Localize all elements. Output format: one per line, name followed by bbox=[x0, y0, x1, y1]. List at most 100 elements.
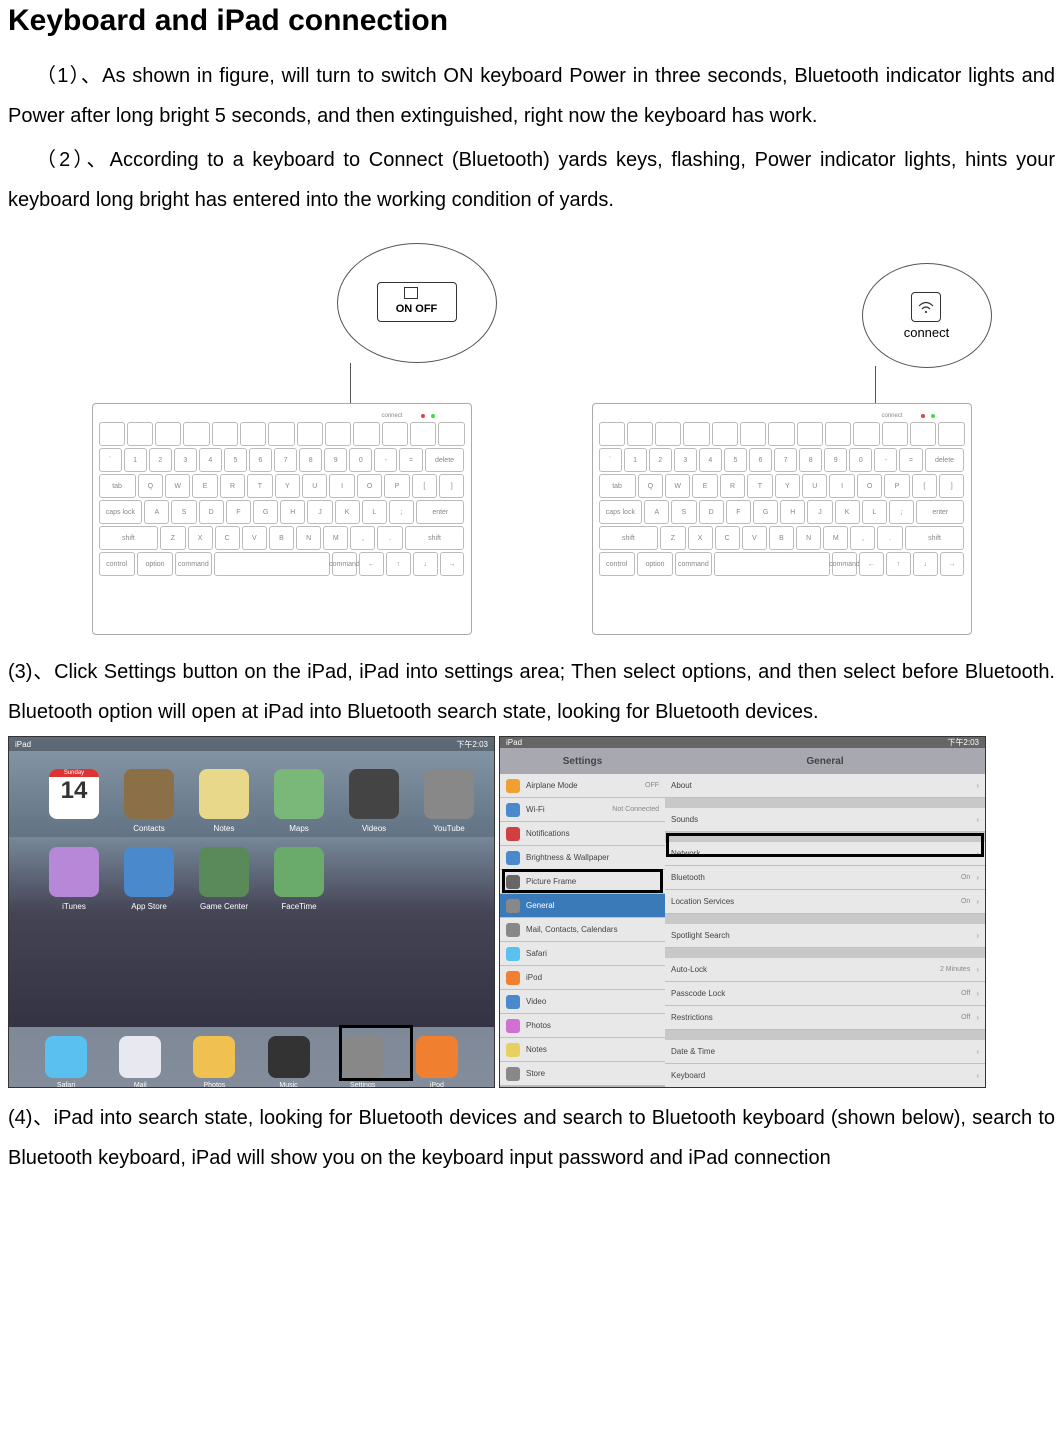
keyboard-key: 3 bbox=[174, 448, 197, 472]
settings-item: Notes bbox=[500, 1038, 665, 1062]
connect-callout: connect bbox=[862, 263, 992, 368]
keyboard-key: . bbox=[877, 526, 902, 550]
settings-item: Mail, Contacts, Calendars bbox=[500, 918, 665, 942]
keyboard-key: M bbox=[823, 526, 848, 550]
keyboard-key: - bbox=[374, 448, 397, 472]
keyboard-key: W bbox=[165, 474, 190, 498]
bluetooth-highlight-box bbox=[666, 833, 984, 857]
keyboard-key: H bbox=[280, 500, 305, 524]
keyboard-key: E bbox=[192, 474, 217, 498]
onoff-callout: ON OFF bbox=[337, 243, 497, 363]
keyboard-key: N bbox=[796, 526, 821, 550]
paragraph-2: （2）、According to a keyboard to Connect (… bbox=[8, 140, 1055, 220]
settings-item: Brightness & Wallpaper bbox=[500, 846, 665, 870]
settings-detail: General About›Sounds›Network›BluetoothOn… bbox=[665, 748, 985, 1088]
keyboard-key: K bbox=[835, 500, 860, 524]
keyboard-key: Z bbox=[660, 526, 685, 550]
keyboard-key: G bbox=[253, 500, 278, 524]
keyboard-key: shift bbox=[599, 526, 659, 550]
settings-title: Settings bbox=[500, 748, 665, 774]
keyboard-key: L bbox=[862, 500, 887, 524]
keyboard-key: . bbox=[377, 526, 402, 550]
keyboard-key: shift bbox=[99, 526, 159, 550]
keyboard-key: B bbox=[769, 526, 794, 550]
settings-sidebar: Settings Airplane ModeOFFWi-FiNot Connec… bbox=[500, 748, 665, 1088]
keyboard-key: 6 bbox=[249, 448, 272, 472]
keyboard-key: D bbox=[699, 500, 724, 524]
keyboard-key: 5 bbox=[224, 448, 247, 472]
keyboard-key: W bbox=[665, 474, 690, 498]
status-bar: iPad 下午2:03 bbox=[9, 737, 494, 751]
keyboard-key: P bbox=[884, 474, 909, 498]
keyboard-key: S bbox=[171, 500, 196, 524]
keyboard-key: ` bbox=[599, 448, 622, 472]
keyboard-key: 8 bbox=[299, 448, 322, 472]
keyboard-key: ; bbox=[889, 500, 914, 524]
settings-item: Airplane ModeOFF bbox=[500, 774, 665, 798]
keyboard-key: X bbox=[688, 526, 713, 550]
keyboard-key: D bbox=[199, 500, 224, 524]
settings-detail-item: Location ServicesOn› bbox=[665, 890, 985, 914]
settings-detail-item: Auto-Lock2 Minutes› bbox=[665, 958, 985, 982]
keyboard-key: F bbox=[726, 500, 751, 524]
keyboard-key: 5 bbox=[724, 448, 747, 472]
callout-line bbox=[350, 363, 351, 406]
keyboard-key: enter bbox=[916, 500, 964, 524]
keyboard-key: → bbox=[940, 552, 965, 576]
app-icon: FaceTime bbox=[274, 847, 324, 897]
settings-item: Photos bbox=[500, 1014, 665, 1038]
keyboard-key: 0 bbox=[849, 448, 872, 472]
keyboard-key: 9 bbox=[824, 448, 847, 472]
app-icon: iTunes bbox=[49, 847, 99, 897]
settings-detail-item: Date & Time› bbox=[665, 1040, 985, 1064]
dock-icon: iPod bbox=[416, 1036, 458, 1078]
keyboard-key: R bbox=[720, 474, 745, 498]
keyboard-key: option bbox=[137, 552, 173, 576]
page-title: Keyboard and iPad connection bbox=[8, 4, 1055, 38]
keyboard-key: control bbox=[599, 552, 635, 576]
keyboard-key: B bbox=[269, 526, 294, 550]
keyboard-key: 1 bbox=[124, 448, 147, 472]
keyboard-key: 9 bbox=[324, 448, 347, 472]
keyboard-key: = bbox=[399, 448, 422, 472]
keyboard-key: N bbox=[296, 526, 321, 550]
keyboard-key: V bbox=[242, 526, 267, 550]
settings-item: iPod bbox=[500, 966, 665, 990]
general-title: General bbox=[665, 748, 985, 774]
keyboard-key: ← bbox=[859, 552, 884, 576]
keyboard-key: H bbox=[780, 500, 805, 524]
keyboard-body-left: connect`1234567890-=deletetabQWERTYUIOP[… bbox=[92, 403, 472, 635]
keyboard-key: J bbox=[807, 500, 832, 524]
paragraph-3: (3)、Click Settings button on the iPad, i… bbox=[8, 652, 1055, 732]
dock: SafariMailPhotosMusicSettingsiPod bbox=[9, 1027, 494, 1087]
keyboard-key: = bbox=[899, 448, 922, 472]
app-icon: YouTube bbox=[424, 769, 474, 819]
settings-item: Video bbox=[500, 990, 665, 1014]
keyboard-key: command bbox=[832, 552, 857, 576]
keyboard-key: R bbox=[220, 474, 245, 498]
keyboard-key: K bbox=[335, 500, 360, 524]
keyboard-key: delete bbox=[425, 448, 465, 472]
keyboard-key: U bbox=[802, 474, 827, 498]
keyboard-key: L bbox=[362, 500, 387, 524]
settings-detail-item: BluetoothOn› bbox=[665, 866, 985, 890]
keyboard-key: 8 bbox=[799, 448, 822, 472]
keyboard-key: Q bbox=[138, 474, 163, 498]
settings-item: Wi-FiNot Connected bbox=[500, 798, 665, 822]
app-icon: Game Center bbox=[199, 847, 249, 897]
settings-item: General bbox=[500, 894, 665, 918]
keyboard-key: [ bbox=[412, 474, 437, 498]
settings-item: Notifications bbox=[500, 822, 665, 846]
paragraph-4: (4)、iPad into search state, looking for … bbox=[8, 1098, 1055, 1178]
dock-icon: Mail bbox=[119, 1036, 161, 1078]
keyboard-key: A bbox=[144, 500, 169, 524]
keyboard-key: Z bbox=[160, 526, 185, 550]
keyboard-key: shift bbox=[905, 526, 965, 550]
keyboard-key: → bbox=[440, 552, 465, 576]
settings-detail-item: Sounds› bbox=[665, 808, 985, 832]
keyboard-key: tab bbox=[599, 474, 636, 498]
keyboard-key: 7 bbox=[274, 448, 297, 472]
keyboard-key: Y bbox=[775, 474, 800, 498]
keyboard-key: T bbox=[247, 474, 272, 498]
keyboard-key: J bbox=[307, 500, 332, 524]
